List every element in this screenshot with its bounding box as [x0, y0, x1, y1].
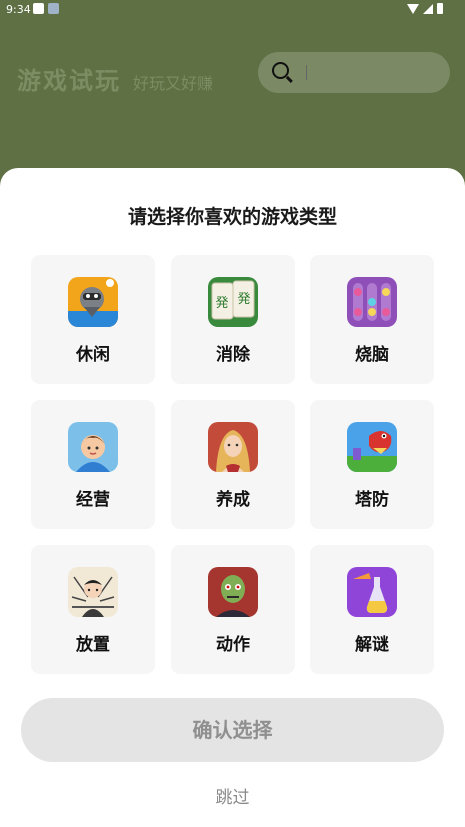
search-input[interactable] — [258, 52, 450, 93]
battery-icon — [437, 3, 443, 14]
status-time: 9:34 — [6, 3, 31, 16]
category-card-nurture[interactable]: 养成 — [171, 400, 295, 529]
mahjong-icon: 発 発 — [208, 277, 258, 327]
app-notification-icon — [48, 3, 59, 14]
category-label: 消除 — [216, 345, 250, 365]
category-card-idle[interactable]: 放置 — [31, 545, 155, 674]
search-icon — [272, 62, 289, 79]
wifi-icon — [407, 3, 419, 14]
status-indicators — [407, 3, 443, 14]
category-card-casual[interactable]: 休闲 — [31, 255, 155, 384]
category-card-match[interactable]: 発 発 消除 — [171, 255, 295, 384]
ball-sort-icon — [347, 277, 397, 327]
category-card-management[interactable]: 经营 — [31, 400, 155, 529]
android-notification-icon — [33, 3, 44, 14]
sheet-title: 请选择你喜欢的游戏类型 — [127, 206, 337, 228]
svg-text:発: 発 — [215, 296, 228, 311]
category-card-puzzle[interactable]: 解谜 — [310, 545, 434, 674]
category-card-tower-defense[interactable]: 塔防 — [310, 400, 434, 529]
svg-text:発: 発 — [237, 292, 250, 307]
confirm-button[interactable]: 确认选择 — [21, 698, 444, 762]
category-card-brain[interactable]: 烧脑 — [310, 255, 434, 384]
skip-button[interactable]: 跳过 — [0, 783, 465, 808]
robot-icon — [68, 277, 118, 327]
zombie-icon — [208, 567, 258, 617]
category-label: 休闲 — [76, 345, 110, 365]
potion-icon — [347, 567, 397, 617]
category-label: 经营 — [76, 490, 110, 510]
notification-icons — [33, 3, 59, 14]
warrior-icon — [68, 567, 118, 617]
category-label: 解谜 — [355, 635, 389, 655]
boy-avatar-icon — [68, 422, 118, 472]
text-cursor — [306, 65, 307, 80]
signal-icon — [423, 3, 433, 14]
category-card-action[interactable]: 动作 — [171, 545, 295, 674]
category-label: 放置 — [76, 635, 110, 655]
girl-character-icon — [208, 422, 258, 472]
page-title: 游戏试玩 — [17, 67, 121, 95]
game-type-sheet: 请选择你喜欢的游戏类型 休闲 発 発 消除 烧脑 经营 养成 塔防 放置 动作 … — [0, 168, 465, 827]
category-label: 烧脑 — [355, 345, 389, 365]
category-label: 塔防 — [355, 490, 389, 510]
page-subtitle: 好玩又好赚 — [133, 74, 214, 93]
category-label: 养成 — [216, 490, 250, 510]
category-label: 动作 — [216, 635, 250, 655]
dragon-icon — [347, 422, 397, 472]
status-bar: 9:34 — [0, 0, 465, 20]
